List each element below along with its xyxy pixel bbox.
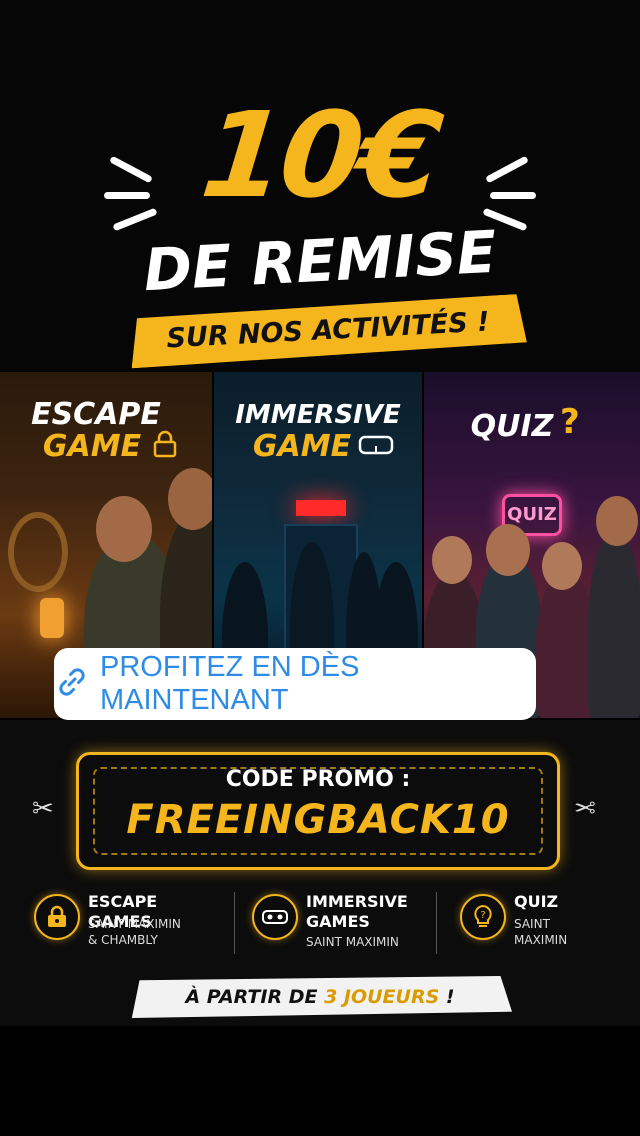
location-sub: SAINT MAXIMIN	[88, 917, 181, 931]
location-escape-games: ESCAPE GAMES SAINT MAXIMIN & CHAMBLY	[34, 892, 224, 958]
lantern	[40, 598, 64, 638]
alarm-light	[296, 500, 346, 516]
vr-headset-icon	[358, 432, 394, 460]
vr-headset-icon	[252, 894, 298, 940]
panel-title: QUIZ	[470, 409, 554, 444]
scissors-icon: ✂	[32, 794, 54, 824]
min-players-note: À PARTIR DE 3 JOUEURS !	[128, 976, 512, 1018]
lightbulb-icon: ?	[460, 894, 506, 940]
location-immersive-games: IMMERSIVE GAMES SAINT MAXIMIN	[252, 892, 432, 958]
discount-subline: SUR NOS ACTIVITÉS !	[165, 306, 491, 355]
man-head	[168, 468, 212, 530]
link-icon	[54, 664, 90, 704]
cta-link-button[interactable]: PROFITEZ EN DÈS MAINTENANT	[54, 648, 536, 720]
svg-text:?: ?	[480, 910, 485, 921]
location-sub: MAXIMIN	[514, 933, 568, 947]
player-figure	[536, 572, 596, 718]
discount-headline: DE REMISE	[141, 217, 499, 305]
location-quiz: ? QUIZ SAINT MAXIMIN	[460, 892, 610, 958]
discount-amount: 10€	[195, 86, 445, 224]
scissors-icon: ✂	[574, 794, 596, 824]
combination-dial	[8, 512, 68, 592]
promo-code[interactable]: FREEINGBACK10	[79, 797, 557, 843]
woman-head	[96, 496, 152, 562]
player-head	[432, 536, 472, 584]
location-title: QUIZ	[514, 892, 559, 911]
min-players-prefix: À PARTIR DE	[185, 986, 325, 1008]
promo-code-box: CODE PROMO : FREEINGBACK10	[76, 752, 560, 870]
min-players-count: 3 JOUEURS	[324, 986, 440, 1008]
divider	[436, 892, 437, 954]
panel-title-line1: IMMERSIVE	[235, 400, 401, 430]
panel-title-line1: ESCAPE	[31, 397, 161, 432]
promo-label: CODE PROMO :	[225, 767, 411, 792]
promo-section: ✂ ✂ CODE PROMO : FREEINGBACK10 ESCAPE GA…	[0, 720, 640, 1026]
lock-icon	[34, 894, 80, 940]
min-players-suffix: !	[439, 986, 455, 1008]
location-sub: SAINT MAXIMIN	[306, 935, 399, 949]
lock-icon	[152, 430, 178, 462]
divider	[234, 892, 235, 954]
player-head	[596, 496, 638, 546]
location-title: IMMERSIVE	[306, 892, 408, 911]
location-title-line2: GAMES	[306, 912, 370, 931]
cta-label: PROFITEZ EN DÈS MAINTENANT	[100, 651, 360, 716]
player-figure	[588, 532, 640, 718]
location-sub: SAINT	[514, 917, 550, 931]
quiz-sign-text: QUIZ	[507, 504, 557, 525]
location-sub: & CHAMBLY	[88, 933, 158, 947]
question-mark-icon: ?	[560, 402, 580, 442]
player-head	[486, 524, 530, 576]
player-head	[542, 542, 582, 590]
promo-header: 10€ DE REMISE SUR NOS ACTIVITÉS !	[0, 0, 640, 372]
